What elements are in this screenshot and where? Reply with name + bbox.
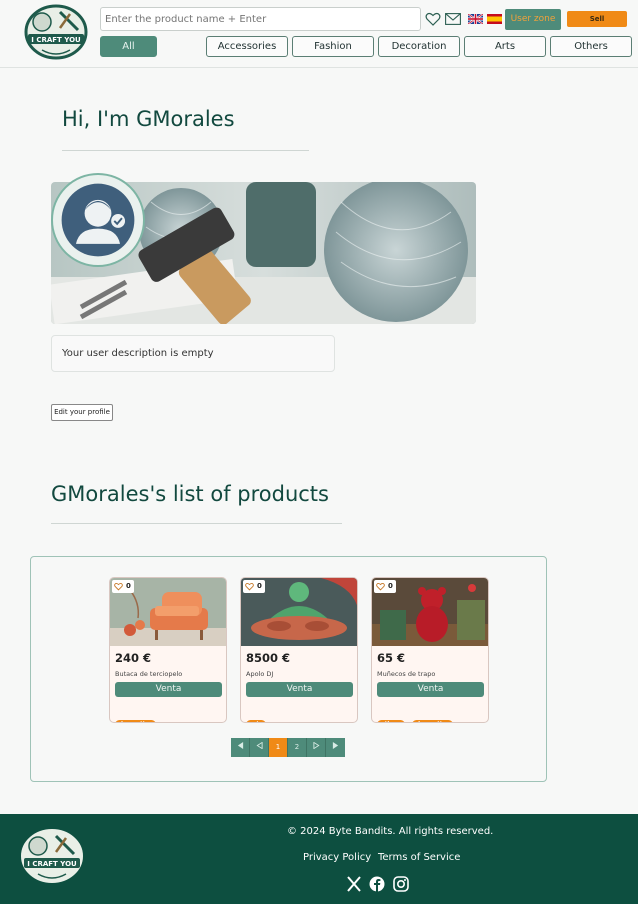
prev-page-button[interactable] <box>250 738 269 757</box>
prev-page-icon <box>255 741 263 750</box>
mail-icon[interactable] <box>445 13 461 25</box>
sell-button[interactable]: Sell <box>567 11 627 27</box>
footer-logo[interactable]: I CRAFT YOU <box>15 826 89 886</box>
page-1-button[interactable]: 1 <box>269 738 288 757</box>
like-button[interactable]: 0 <box>112 580 134 593</box>
category-arts[interactable]: Arts <box>464 36 546 57</box>
product-price: 8500 € <box>246 651 291 665</box>
user-zone-button[interactable]: User zone <box>505 9 561 30</box>
heart-icon[interactable] <box>425 12 441 26</box>
like-count: 0 <box>257 582 262 590</box>
uk-flag-icon[interactable] <box>468 14 483 24</box>
product-tags: others decoration <box>377 710 455 722</box>
product-name[interactable]: Apolo DJ <box>246 670 273 678</box>
next-page-button[interactable] <box>307 738 326 757</box>
tag-badge[interactable]: others <box>377 720 406 722</box>
copyright-text: © 2024 Byte Bandits. All rights reserved… <box>287 826 494 837</box>
site-logo[interactable]: I CRAFT YOU <box>20 2 92 62</box>
product-card[interactable]: 0 65 € Muñecos de trapo Venta others dec… <box>371 577 489 723</box>
category-others[interactable]: Others <box>550 36 632 57</box>
tag-badge[interactable]: arts <box>246 720 267 722</box>
page-2-button[interactable]: 2 <box>288 738 307 757</box>
product-price: 240 € <box>115 651 152 665</box>
like-button[interactable]: 0 <box>374 580 396 593</box>
product-price: 65 € <box>377 651 406 665</box>
first-page-button[interactable] <box>231 738 250 757</box>
product-card[interactable]: 0 8500 € Apolo DJ Venta arts <box>240 577 358 723</box>
tag-badge[interactable]: decoration <box>115 720 157 722</box>
category-all[interactable]: All <box>100 36 157 57</box>
buy-button[interactable]: Venta <box>377 682 484 697</box>
svg-text:I CRAFT YOU: I CRAFT YOU <box>31 36 81 44</box>
tag-badge[interactable]: decoration <box>412 720 454 722</box>
product-name[interactable]: Butaca de terciopelo <box>115 670 182 678</box>
heart-icon <box>114 582 123 591</box>
edit-profile-button[interactable]: Edit your profile <box>51 404 113 421</box>
divider <box>62 150 309 151</box>
user-description: Your user description is empty <box>51 335 335 372</box>
category-fashion[interactable]: Fashion <box>292 36 374 57</box>
product-card[interactable]: 0 240 € Butaca de terciopelo Venta decor… <box>109 577 227 723</box>
category-decoration[interactable]: Decoration <box>378 36 460 57</box>
svg-text:I CRAFT YOU: I CRAFT YOU <box>27 860 77 868</box>
spain-flag-icon[interactable] <box>487 14 502 24</box>
facebook-icon[interactable] <box>369 876 385 892</box>
next-page-icon <box>312 741 320 750</box>
last-page-button[interactable] <box>326 738 345 757</box>
first-page-icon <box>237 742 243 749</box>
profile-greeting: Hi, I'm GMorales <box>62 107 235 131</box>
divider <box>51 523 342 524</box>
like-button[interactable]: 0 <box>243 580 265 593</box>
instagram-icon[interactable] <box>393 876 409 892</box>
product-tags: arts <box>246 710 268 722</box>
search-input[interactable] <box>100 7 421 31</box>
privacy-policy-link[interactable]: Privacy Policy <box>303 852 371 863</box>
heart-icon <box>245 582 254 591</box>
buy-button[interactable]: Venta <box>115 682 222 697</box>
x-icon[interactable] <box>346 876 362 892</box>
heart-icon <box>376 582 385 591</box>
product-name[interactable]: Muñecos de trapo <box>377 670 435 678</box>
products-section-title: GMorales's list of products <box>51 482 329 506</box>
last-page-icon <box>332 742 339 749</box>
header: I CRAFT YOU User zone Sell All Accessori… <box>0 0 638 68</box>
buy-button[interactable]: Venta <box>246 682 353 697</box>
category-accessories[interactable]: Accessories <box>206 36 288 57</box>
like-count: 0 <box>388 582 393 590</box>
like-count: 0 <box>126 582 131 590</box>
user-avatar[interactable] <box>51 173 145 267</box>
product-tags: decoration <box>115 710 158 722</box>
terms-of-service-link[interactable]: Terms of Service <box>378 852 460 863</box>
